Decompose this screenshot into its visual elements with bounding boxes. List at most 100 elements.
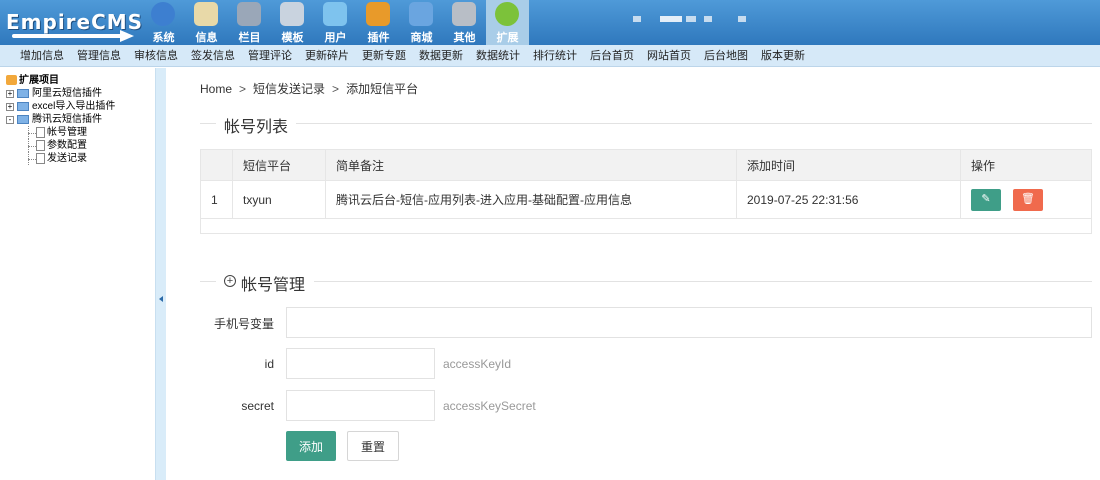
- expand-icon[interactable]: +: [6, 103, 14, 111]
- nav-item-label: 插件: [367, 32, 390, 44]
- page-icon: [36, 140, 45, 151]
- nav-item-label: 商城: [410, 32, 433, 44]
- main-content: Home > 短信发送记录 > 添加短信平台 帐号列表 短信平台 简单备注 添加时间 操…: [166, 68, 1100, 480]
- table-header-row: 短信平台 简单备注 添加时间 操作: [200, 149, 1092, 181]
- cell-time: 2019-07-25 22:31:56: [736, 180, 961, 219]
- col-note: 简单备注: [325, 149, 737, 181]
- tree-leaf-label: 参数配置: [47, 140, 87, 151]
- nav-item-label: 扩展: [496, 32, 519, 44]
- quick-menu-item[interactable]: 更新碎片: [305, 45, 349, 66]
- nav-item-label: 栏目: [238, 32, 261, 44]
- quick-menu-item[interactable]: 数据统计: [476, 45, 520, 66]
- sidebar-collapse-handle[interactable]: [155, 68, 166, 480]
- reset-button[interactable]: 重置: [347, 431, 399, 461]
- col-time: 添加时间: [736, 149, 961, 181]
- tree-node[interactable]: - 腾讯云短信插件: [6, 113, 115, 126]
- account-list-title: 帐号列表: [224, 119, 289, 136]
- col-index: [200, 149, 233, 181]
- tree-root[interactable]: 扩展项目: [6, 74, 115, 87]
- template-window-icon: [280, 2, 304, 26]
- expand-plus-icon[interactable]: +: [224, 275, 236, 287]
- nav-item-label: 系统: [152, 32, 175, 44]
- tree-node-label: 腾讯云短信插件: [32, 114, 102, 125]
- nav-item-label: 其他: [453, 32, 476, 44]
- quick-menu-item[interactable]: 网站首页: [647, 45, 691, 66]
- id-label: id: [264, 357, 274, 371]
- add-button[interactable]: 添加: [286, 431, 336, 461]
- cell-note: 腾讯云后台-短信-应用列表-进入应用-基础配置-应用信息: [325, 180, 737, 219]
- secret-label: secret: [241, 399, 274, 413]
- quick-menu-item[interactable]: 审核信息: [134, 45, 178, 66]
- nav-item-8[interactable]: 扩展: [486, 0, 529, 45]
- sidebar-tree: 扩展项目 + 阿里云短信插件 + excel导入导出插件 - 腾讯云短信插件 帐号管理 参数配…: [6, 74, 115, 165]
- col-actions: 操作: [960, 149, 1092, 181]
- globe-icon: [151, 2, 175, 26]
- table-row: 1 txyun 腾讯云后台-短信-应用列表-进入应用-基础配置-应用信息 201…: [200, 180, 1092, 219]
- collapse-arrow-icon: [159, 296, 163, 302]
- quick-menu-item[interactable]: 更新专题: [362, 45, 406, 66]
- quick-menu-item[interactable]: 管理信息: [77, 45, 121, 66]
- nav-item-1[interactable]: 信息: [185, 0, 228, 45]
- phone-variable-input[interactable]: [286, 307, 1092, 338]
- nav-item-2[interactable]: 栏目: [228, 0, 271, 45]
- quick-menu-item[interactable]: 管理评论: [248, 45, 292, 66]
- breadcrumb-home[interactable]: Home: [200, 82, 232, 96]
- tree-leaf-label: 发送记录: [47, 153, 87, 164]
- quick-menu-item[interactable]: 后台首页: [590, 45, 634, 66]
- expand-icon[interactable]: +: [6, 90, 14, 98]
- main-nav: 系统 信息 栏目 模板 用户 插件 商城 其他 扩展: [142, 0, 529, 45]
- table-footer: [200, 218, 1092, 234]
- breadcrumb: Home > 短信发送记录 > 添加短信平台: [200, 82, 419, 96]
- credit-card-icon: [409, 2, 433, 26]
- tree-node-label: 阿里云短信插件: [32, 88, 102, 99]
- tree-root-label: 扩展项目: [19, 75, 59, 86]
- tree-node[interactable]: + excel导入导出插件: [6, 100, 115, 113]
- secret-input[interactable]: [286, 390, 435, 421]
- col-platform: 短信平台: [232, 149, 326, 181]
- page-icon: [36, 127, 45, 138]
- quick-menu-item[interactable]: 数据更新: [419, 45, 463, 66]
- blurred-user-info: [633, 16, 641, 22]
- tree-node[interactable]: + 阿里云短信插件: [6, 87, 115, 100]
- secret-hint: accessKeySecret: [443, 399, 536, 413]
- quick-menu-item[interactable]: 排行统计: [533, 45, 577, 66]
- tree-leaf[interactable]: 参数配置: [6, 139, 115, 152]
- quick-menu-item[interactable]: 版本更新: [761, 45, 805, 66]
- sidebar: 扩展项目 + 阿里云短信插件 + excel导入导出插件 - 腾讯云短信插件 帐号管理 参数配…: [0, 68, 155, 480]
- edit-button[interactable]: ✎: [971, 188, 1001, 211]
- tree-node-label: excel导入导出插件: [32, 101, 116, 112]
- empirecms-logo: EmpireCMS: [4, 4, 142, 42]
- folder-icon: [17, 102, 29, 111]
- nav-item-label: 模板: [281, 32, 304, 44]
- breadcrumb-current: 添加短信平台: [346, 82, 419, 96]
- nav-item-5[interactable]: 插件: [357, 0, 400, 45]
- account-table: 短信平台 简单备注 添加时间 操作 1 txyun 腾讯云后台-短信-应用列表-…: [200, 149, 1092, 219]
- tree-leaf[interactable]: 帐号管理: [6, 126, 115, 139]
- folder-icon: [17, 89, 29, 98]
- nav-item-6[interactable]: 商城: [400, 0, 443, 45]
- cell-actions: ✎ 🗑: [960, 180, 1092, 219]
- tree-leaf[interactable]: 发送记录: [6, 152, 115, 165]
- gear-icon: [452, 2, 476, 26]
- document-pencil-icon: [194, 2, 218, 26]
- id-input[interactable]: [286, 348, 435, 379]
- account-manage-title: 帐号管理: [241, 277, 306, 294]
- top-header: EmpireCMS 系统 信息 栏目 模板 用户 插件 商城 其他 扩展: [0, 0, 1100, 45]
- quick-menu-item[interactable]: 签发信息: [191, 45, 235, 66]
- quick-menu-item[interactable]: 增加信息: [20, 45, 64, 66]
- collapse-icon[interactable]: -: [6, 116, 14, 124]
- delete-button[interactable]: 🗑: [1013, 188, 1043, 211]
- phone-variable-label: 手机号变量: [213, 317, 274, 331]
- cell-index: 1: [200, 180, 233, 219]
- nav-item-7[interactable]: 其他: [443, 0, 486, 45]
- breadcrumb-send-records[interactable]: 短信发送记录: [253, 82, 325, 96]
- folder-icon: [237, 2, 261, 26]
- folder-icon: [17, 115, 29, 124]
- quick-menu-item[interactable]: 后台地图: [704, 45, 748, 66]
- trash-icon: 🗑: [1021, 192, 1035, 205]
- extension-folder-icon: [6, 75, 17, 85]
- nav-item-0[interactable]: 系统: [142, 0, 185, 45]
- nav-item-3[interactable]: 模板: [271, 0, 314, 45]
- user-icon: [323, 2, 347, 26]
- nav-item-4[interactable]: 用户: [314, 0, 357, 45]
